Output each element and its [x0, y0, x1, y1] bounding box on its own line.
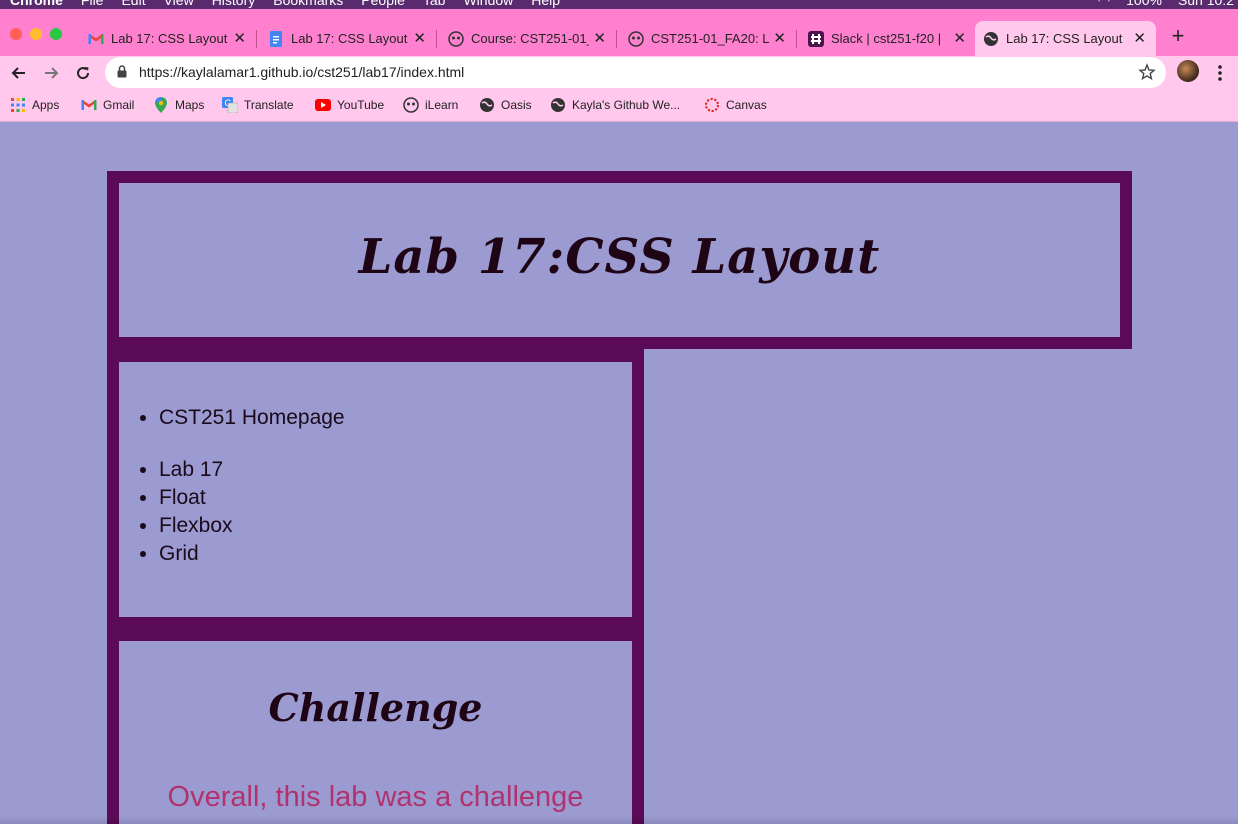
tab-strip: Lab 17: CSS Layout ✕ Lab 17: CSS Layout …	[0, 9, 1238, 56]
bookmark-oasis[interactable]: Oasis	[479, 96, 532, 114]
tab-4[interactable]: CST251-01_FA20: L ✕	[620, 21, 797, 56]
minimize-window-button[interactable]	[30, 28, 42, 40]
bookmark-apps[interactable]: Apps	[10, 96, 59, 114]
tab-title: Lab 17: CSS Layout	[1006, 31, 1123, 46]
canvas-icon	[704, 97, 720, 113]
menu-history[interactable]: History	[212, 0, 256, 8]
youtube-icon	[315, 97, 331, 113]
bookmark-label: Canvas	[726, 98, 767, 112]
bookmark-label: YouTube	[337, 98, 385, 112]
tab-title: Slack | cst251-f20 |	[831, 31, 942, 46]
tab-title: Course: CST251-01_	[471, 31, 589, 46]
url-text[interactable]: https://kaylalamar1.github.io/cst251/lab…	[139, 64, 464, 80]
menu-people[interactable]: People	[361, 0, 405, 8]
tab-2[interactable]: Lab 17: CSS Layout ✕	[260, 21, 437, 56]
address-bar[interactable]: https://kaylalamar1.github.io/cst251/lab…	[105, 57, 1166, 88]
nav-link-lab17[interactable]: Lab 17	[159, 456, 345, 484]
apps-grid-icon	[10, 97, 26, 113]
close-window-button[interactable]	[10, 28, 22, 40]
bookmark-maps[interactable]: Maps	[153, 96, 204, 114]
mac-menubar: Chrome File Edit View History Bookmarks …	[0, 0, 1238, 9]
clock: Sun 10:2	[1177, 0, 1234, 8]
tab-title: CST251-01_FA20: L	[651, 31, 769, 46]
ilearn-icon	[448, 30, 464, 47]
lock-icon[interactable]	[117, 65, 127, 83]
bookmark-star-icon[interactable]	[1138, 63, 1156, 86]
tab-5[interactable]: Slack | cst251-f20 | ✕	[800, 21, 976, 56]
maps-pin-icon	[153, 97, 169, 113]
tab-title: Lab 17: CSS Layout	[111, 31, 228, 46]
gmail-icon	[81, 97, 97, 113]
close-tab-icon[interactable]: ✕	[233, 29, 246, 47]
more-menu-icon[interactable]	[1214, 62, 1226, 84]
bookmark-label: Oasis	[501, 98, 532, 112]
close-tab-icon[interactable]: ✕	[953, 29, 966, 47]
web-page: Lab 17:CSS Layout CST251 Homepage Lab 17…	[0, 122, 1238, 824]
bookmark-youtube[interactable]: YouTube	[315, 96, 384, 114]
bookmark-kaylas-github[interactable]: Kayla's Github We...	[550, 96, 680, 114]
menu-bookmarks[interactable]: Bookmarks	[273, 0, 343, 8]
tab-1[interactable]: Lab 17: CSS Layout ✕	[80, 21, 257, 56]
challenge-section: Challenge Overall, this lab was a challe…	[119, 641, 632, 824]
close-tab-icon[interactable]: ✕	[1133, 29, 1146, 47]
bookmarks-bar: Apps Gmail Maps G Translate YouTube iLea…	[0, 90, 1238, 122]
bookmark-translate[interactable]: G Translate	[222, 96, 294, 114]
nav-link-cst251-homepage[interactable]: CST251 Homepage	[159, 404, 345, 432]
reload-button[interactable]	[71, 61, 95, 85]
new-tab-button[interactable]: +	[1168, 23, 1188, 49]
nav-link-float[interactable]: Float	[159, 484, 345, 512]
nav-link-flexbox[interactable]: Flexbox	[159, 512, 345, 540]
tab-6-active[interactable]: Lab 17: CSS Layout ✕	[975, 21, 1156, 56]
tab-3[interactable]: Course: CST251-01_ ✕	[440, 21, 617, 56]
translate-icon: G	[222, 97, 238, 113]
bookmark-gmail[interactable]: Gmail	[81, 96, 134, 114]
bookmark-label: Maps	[175, 98, 205, 112]
menu-chrome[interactable]: Chrome	[10, 0, 63, 8]
google-docs-icon	[268, 30, 284, 47]
gmail-icon	[88, 31, 104, 47]
menu-edit[interactable]: Edit	[121, 0, 145, 8]
reload-icon	[77, 67, 90, 80]
arrow-left-icon	[11, 67, 25, 79]
ilearn-icon	[628, 30, 644, 47]
profile-avatar[interactable]	[1177, 60, 1199, 82]
back-button[interactable]	[7, 61, 31, 85]
globe-icon	[479, 97, 495, 113]
zoom-window-button[interactable]	[50, 28, 62, 40]
nav-link-grid[interactable]: Grid	[159, 540, 345, 568]
browser-toolbar: https://kaylalamar1.github.io/cst251/lab…	[0, 56, 1238, 90]
challenge-text: Overall, this lab was a challenge	[167, 781, 584, 813]
page-header: Lab 17:CSS Layout	[107, 171, 1132, 349]
nav-panel: CST251 Homepage Lab 17 Float Flexbox Gri…	[119, 362, 632, 617]
close-tab-icon[interactable]: ✕	[413, 29, 426, 47]
close-tab-icon[interactable]: ✕	[593, 29, 606, 47]
challenge-heading: Challenge	[268, 685, 483, 730]
globe-icon	[983, 31, 999, 47]
bookmark-label: Gmail	[103, 98, 135, 112]
menu-view[interactable]: View	[164, 0, 194, 8]
page-title: Lab 17:CSS Layout	[358, 229, 881, 285]
ilearn-icon	[403, 97, 419, 113]
close-tab-icon[interactable]: ✕	[773, 29, 786, 47]
nav-list: CST251 Homepage Lab 17 Float Flexbox Gri…	[159, 404, 345, 568]
battery-percent: 100%	[1126, 0, 1162, 8]
bookmark-ilearn[interactable]: iLearn	[403, 96, 458, 114]
bookmark-label: Apps	[32, 98, 60, 112]
menu-help[interactable]: Help	[531, 0, 560, 8]
globe-icon	[550, 97, 566, 113]
bookmark-label: iLearn	[425, 98, 459, 112]
menu-window[interactable]: Window	[463, 0, 513, 8]
bookmark-label: Kayla's Github We...	[572, 98, 681, 112]
bookmark-label: Translate	[244, 98, 294, 112]
arrow-right-icon	[45, 67, 59, 79]
menu-file[interactable]: File	[81, 0, 104, 8]
menu-tab[interactable]: Tab	[423, 0, 446, 8]
tab-title: Lab 17: CSS Layout	[291, 31, 408, 46]
wifi-icon[interactable]: ◠	[1098, 0, 1110, 9]
slack-icon	[808, 30, 824, 47]
bookmark-canvas[interactable]: Canvas	[704, 96, 767, 114]
forward-button[interactable]	[39, 61, 63, 85]
